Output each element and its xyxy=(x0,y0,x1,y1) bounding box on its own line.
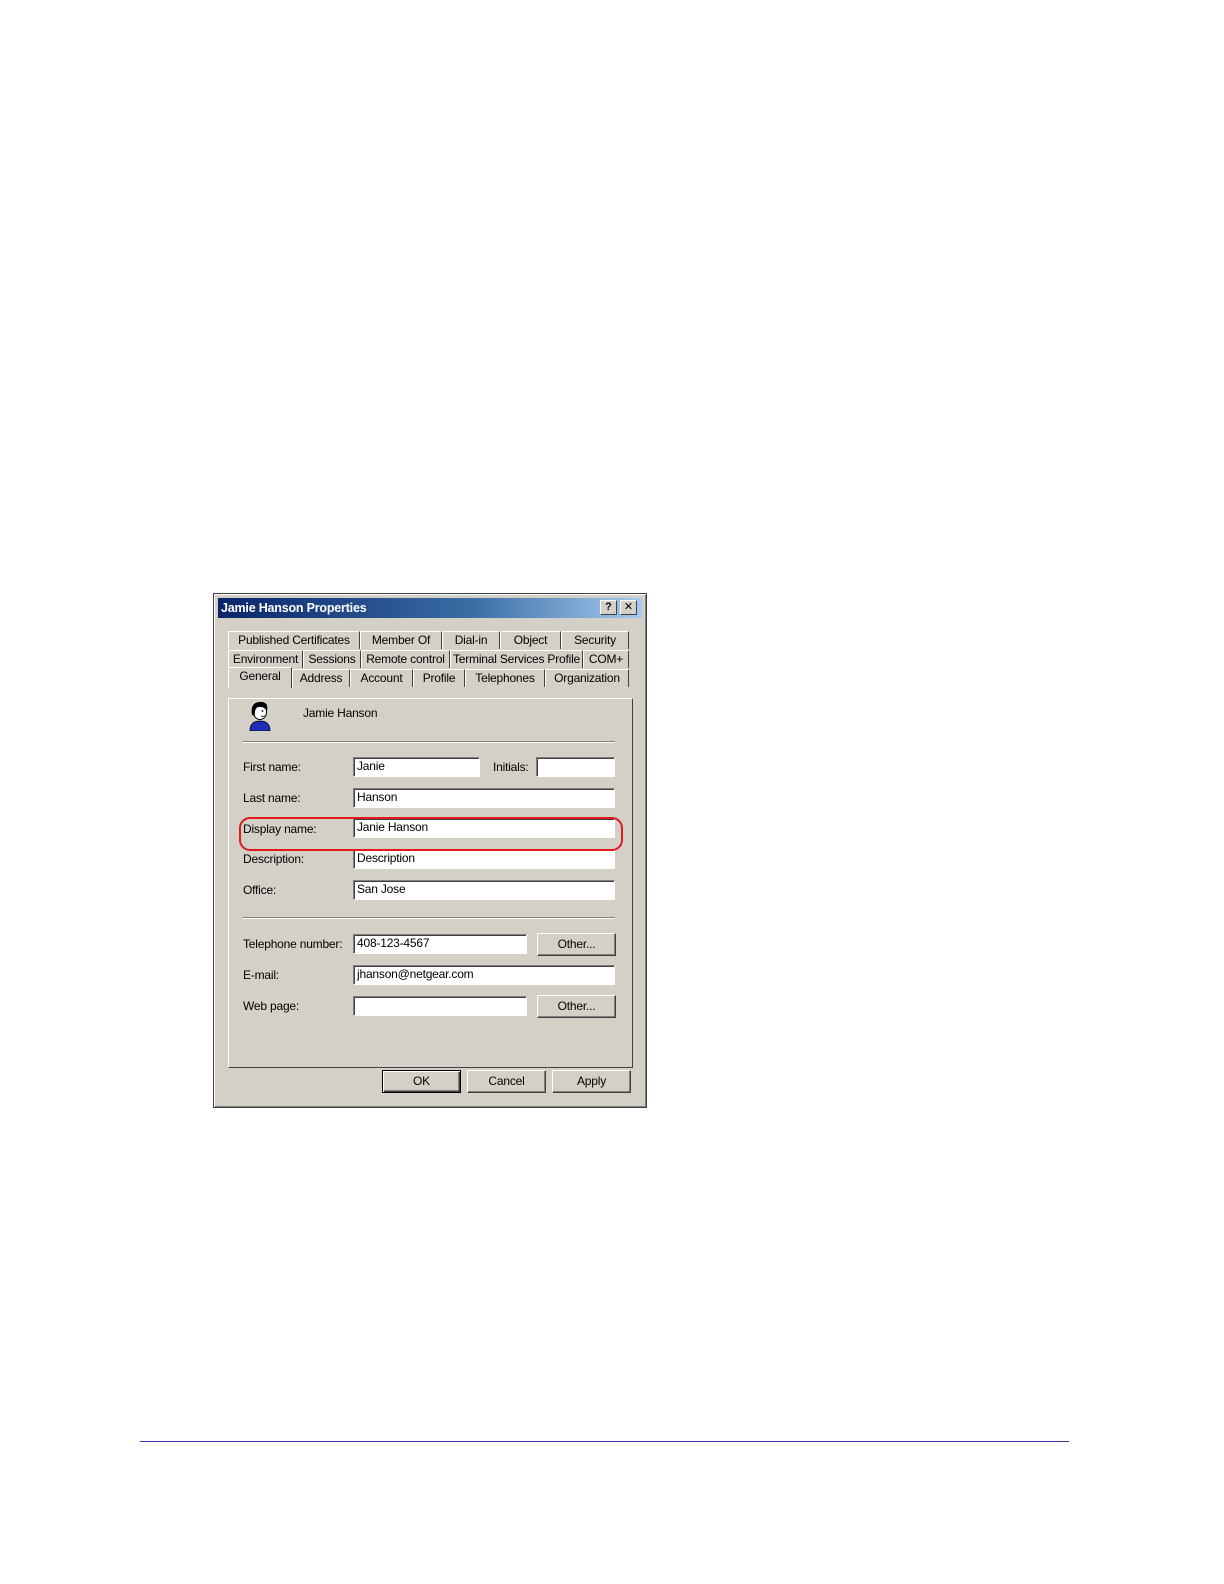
tab-organization[interactable]: Organization xyxy=(545,669,629,687)
display-name-field[interactable]: Janie Hanson xyxy=(353,818,615,838)
separator-middle xyxy=(243,917,615,919)
tab-address[interactable]: Address xyxy=(292,669,350,687)
ok-button[interactable]: OK xyxy=(382,1070,461,1093)
user-display-name: Jamie Hanson xyxy=(303,706,378,720)
description-field[interactable]: Description xyxy=(353,849,615,869)
telephone-other-button[interactable]: Other... xyxy=(537,933,616,956)
first-name-label: First name: xyxy=(243,760,301,774)
webpage-field[interactable] xyxy=(353,996,527,1016)
tab-published-certificates[interactable]: Published Certificates xyxy=(228,631,360,649)
cancel-button[interactable]: Cancel xyxy=(467,1070,546,1093)
office-label: Office: xyxy=(243,883,277,897)
general-tab-panel: Jamie Hanson First name: Janie Initials:… xyxy=(228,698,633,1068)
user-icon xyxy=(249,701,271,731)
tab-com-plus[interactable]: COM+ xyxy=(583,650,629,668)
tab-account[interactable]: Account xyxy=(350,669,413,687)
tab-general[interactable]: General xyxy=(228,667,292,688)
telephone-label: Telephone number: xyxy=(243,937,343,951)
email-field[interactable]: jhanson@netgear.com xyxy=(353,965,615,985)
email-label: E-mail: xyxy=(243,968,279,982)
apply-button[interactable]: Apply xyxy=(552,1070,631,1093)
description-label: Description: xyxy=(243,852,304,866)
title-bar[interactable]: Jamie Hanson Properties ? ✕ xyxy=(218,598,642,618)
webpage-label: Web page: xyxy=(243,999,300,1013)
webpage-other-button[interactable]: Other... xyxy=(537,995,616,1018)
display-name-label: Display name: xyxy=(243,822,317,836)
separator-top xyxy=(243,741,615,743)
close-button[interactable]: ✕ xyxy=(620,600,637,615)
tab-remote-control[interactable]: Remote control xyxy=(361,650,450,668)
tab-object[interactable]: Object xyxy=(500,631,561,649)
tab-member-of[interactable]: Member Of xyxy=(360,631,442,649)
last-name-field[interactable]: Hanson xyxy=(353,788,615,808)
initials-label: Initials: xyxy=(493,760,529,774)
tab-dial-in[interactable]: Dial-in xyxy=(442,631,500,649)
telephone-field[interactable]: 408-123-4567 xyxy=(353,934,527,954)
initials-field[interactable] xyxy=(536,757,615,777)
tab-terminal-services-profile[interactable]: Terminal Services Profile xyxy=(450,650,583,668)
footer-rule xyxy=(140,1441,1069,1442)
tab-profile[interactable]: Profile xyxy=(413,669,465,687)
tab-sessions[interactable]: Sessions xyxy=(303,650,361,668)
window-title: Jamie Hanson Properties xyxy=(221,601,367,615)
properties-dialog: Jamie Hanson Properties ? ✕ Published Ce… xyxy=(213,593,647,1108)
first-name-field[interactable]: Janie xyxy=(353,757,480,777)
last-name-label: Last name: xyxy=(243,791,301,805)
tab-security[interactable]: Security xyxy=(561,631,629,649)
office-field[interactable]: San Jose xyxy=(353,880,615,900)
help-button[interactable]: ? xyxy=(600,600,617,615)
tab-environment[interactable]: Environment xyxy=(228,650,303,668)
tab-telephones[interactable]: Telephones xyxy=(465,669,545,687)
